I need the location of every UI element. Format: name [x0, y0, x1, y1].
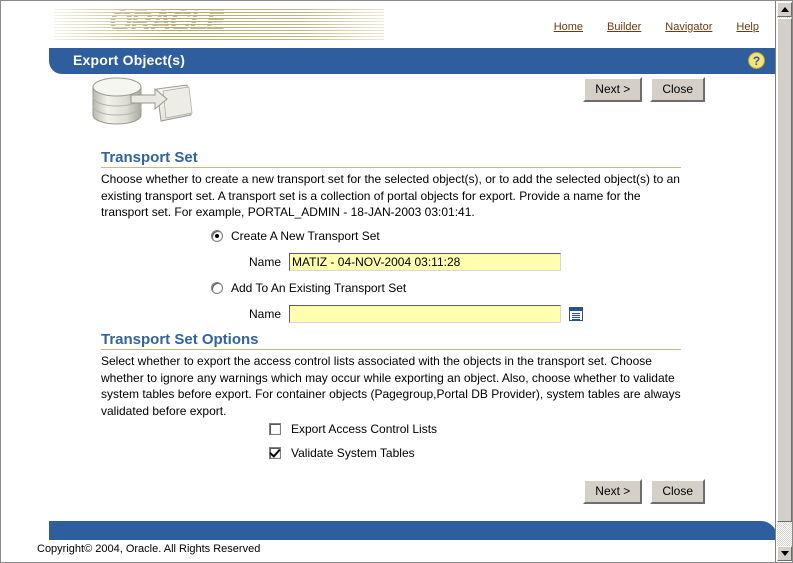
transport-set-options-description: Select whether to export the access cont…: [101, 354, 681, 418]
scroll-up-button[interactable]: [777, 2, 792, 17]
list-icon-line: [572, 319, 580, 320]
next-button-bottom[interactable]: Next >: [583, 479, 643, 504]
transport-set-options-heading: Transport Set Options: [101, 331, 259, 348]
transport-set-heading: Transport Set: [101, 149, 198, 166]
radio-add-existing-transport-set[interactable]: [211, 282, 223, 294]
list-icon-line: [572, 317, 580, 318]
oracle-logo-wordmark: ORACLE: [109, 5, 226, 38]
radio-create-new-label: Create A New Transport Set: [231, 229, 380, 243]
checkbox-export-access-control-lists[interactable]: [269, 423, 281, 435]
radio-create-new-transport-set[interactable]: [211, 230, 223, 242]
footer-bar: [49, 521, 777, 540]
list-icon-header-bar: [570, 308, 582, 311]
nav-link-builder[interactable]: Builder: [607, 21, 641, 33]
new-transport-set-name-input[interactable]: [289, 253, 561, 271]
transport-set-options-header: Transport Set Options: [101, 331, 681, 350]
page-viewport: ORACLE Home Builder Navigator Help Expor…: [1, 1, 777, 562]
close-button-top[interactable]: Close: [650, 77, 705, 102]
browser-window: ORACLE Home Builder Navigator Help Expor…: [0, 0, 793, 563]
top-button-row: Next > Close: [583, 77, 705, 102]
checkbox-row-export-acl[interactable]: Export Access Control Lists: [269, 422, 437, 436]
list-icon-line: [572, 313, 580, 314]
global-nav: Home Builder Navigator Help: [554, 21, 759, 33]
help-question-icon[interactable]: ?: [748, 52, 765, 69]
checkbox-row-validate-tables[interactable]: Validate System Tables: [269, 446, 415, 460]
vertical-scrollbar[interactable]: [775, 1, 792, 562]
export-database-illustration: [71, 71, 211, 133]
field-row-existing-name: Name: [223, 305, 583, 323]
heading-rule: [101, 349, 681, 350]
checkbox-export-acl-label: Export Access Control Lists: [291, 422, 438, 436]
field-row-new-name: Name: [223, 253, 561, 271]
checkbox-validate-system-tables[interactable]: [269, 447, 281, 459]
site-banner: ORACLE Home Builder Navigator Help: [1, 1, 777, 47]
close-button-bottom[interactable]: Close: [650, 479, 705, 504]
radio-row-add-existing[interactable]: Add To An Existing Transport Set: [211, 281, 406, 295]
export-graphic-svg: [92, 77, 193, 125]
list-browse-icon[interactable]: [569, 307, 583, 321]
page-title: Export Object(s): [73, 52, 186, 68]
list-icon-line: [572, 315, 580, 316]
nav-link-home[interactable]: Home: [554, 21, 583, 33]
checkbox-validate-label: Validate System Tables: [291, 446, 415, 460]
copyright-text: Copyright© 2004, Oracle. All Rights Rese…: [37, 543, 261, 555]
next-button-top[interactable]: Next >: [583, 77, 643, 102]
heading-rule: [101, 167, 681, 168]
radio-row-create-new[interactable]: Create A New Transport Set: [211, 229, 380, 243]
nav-link-help[interactable]: Help: [736, 21, 759, 33]
transport-set-description: Choose whether to create a new transport…: [101, 172, 680, 219]
transport-set-header: Transport Set: [101, 149, 681, 168]
new-name-label: Name: [248, 255, 281, 269]
radio-add-existing-label: Add To An Existing Transport Set: [231, 281, 407, 295]
chevron-up-icon: [781, 7, 789, 12]
scroll-down-button[interactable]: [777, 546, 792, 561]
existing-name-label: Name: [248, 307, 281, 321]
existing-transport-set-name-input[interactable]: [289, 305, 561, 323]
bottom-button-row: Next > Close: [583, 479, 705, 504]
nav-link-navigator[interactable]: Navigator: [665, 21, 712, 33]
chevron-down-icon: [781, 551, 789, 556]
scrollbar-thumb[interactable]: [777, 18, 792, 522]
